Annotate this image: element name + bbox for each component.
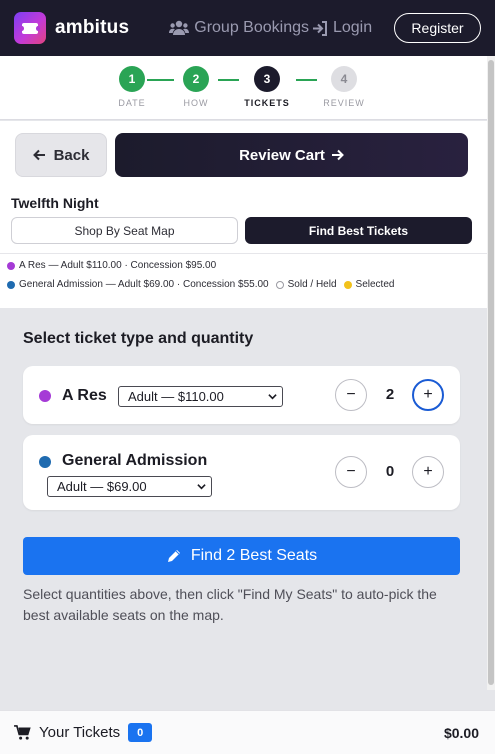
arrow-right-icon bbox=[331, 149, 344, 161]
a-res-dot bbox=[39, 390, 51, 402]
register-button[interactable]: Register bbox=[394, 13, 481, 43]
users-icon bbox=[169, 20, 190, 35]
select-value: Adult — $110.00 bbox=[128, 389, 224, 404]
login-label: Login bbox=[332, 19, 373, 36]
step-how[interactable]: 2 HOW bbox=[166, 66, 226, 108]
general-dot bbox=[39, 456, 51, 468]
booking-steps: 1 DATE 2 HOW 3 TICKETS 4 REVIEW bbox=[0, 56, 487, 120]
ticket-card-general-admission: General Admission Adult — $69.00 − 0 + bbox=[23, 435, 460, 510]
find-best-seats-label: Find 2 Best Seats bbox=[190, 547, 318, 564]
review-cart-label: Review Cart bbox=[239, 146, 325, 164]
tab-find-best[interactable]: Find Best Tickets bbox=[245, 217, 472, 244]
step-tickets[interactable]: 3 TICKETS bbox=[237, 66, 297, 108]
increase-quantity-button[interactable]: + bbox=[412, 379, 444, 411]
back-button[interactable]: Back bbox=[15, 133, 107, 177]
scrollbar-thumb[interactable] bbox=[488, 60, 494, 685]
group-bookings-link[interactable]: Group Bookings bbox=[169, 19, 309, 37]
legend-row-a-res: A Res — Adult $110.00 · Concession $95.0… bbox=[7, 260, 216, 271]
sold-held-dot bbox=[275, 280, 284, 289]
section-title: Select ticket type and quantity bbox=[23, 330, 254, 347]
review-cart-button[interactable]: Review Cart bbox=[115, 133, 468, 177]
helper-text: Select quantities above, then click "Fin… bbox=[23, 586, 437, 623]
chevron-down-icon bbox=[268, 394, 277, 400]
a-res-color-dot bbox=[7, 261, 15, 270]
login-icon bbox=[312, 20, 327, 36]
decrease-quantity-button[interactable]: − bbox=[335, 379, 367, 411]
quantity-value: 0 bbox=[385, 463, 395, 480]
ticket-count-badge: 0 bbox=[128, 723, 153, 742]
select-value: Adult — $69.00 bbox=[57, 479, 147, 494]
legend-row-general: General Admission — Adult $69.00 · Conce… bbox=[7, 279, 394, 290]
ticket-type-select[interactable]: Adult — $110.00 bbox=[118, 386, 283, 407]
step-label: DATE bbox=[118, 98, 146, 108]
group-bookings-label: Group Bookings bbox=[194, 19, 309, 36]
pencil-icon bbox=[167, 550, 180, 562]
general-color-dot bbox=[7, 280, 15, 289]
show-title: Twelfth Night bbox=[11, 195, 99, 211]
step-label: HOW bbox=[183, 98, 209, 108]
step-number: 2 bbox=[183, 66, 209, 92]
legend-a-res-text: A Res — Adult $110.00 · Concession $95.0… bbox=[19, 260, 217, 271]
decrease-quantity-button[interactable]: − bbox=[335, 456, 367, 488]
find-best-seats-button[interactable]: Find 2 Best Seats bbox=[23, 537, 460, 575]
quantity-value: 2 bbox=[385, 386, 395, 403]
step-date[interactable]: 1 DATE bbox=[102, 66, 162, 108]
legend-general-text: General Admission — Adult $69.00 · Conce… bbox=[19, 279, 269, 290]
top-navbar: ambitus Group Bookings Login Register bbox=[0, 0, 495, 56]
step-review[interactable]: 4 REVIEW bbox=[314, 66, 374, 108]
login-link[interactable]: Login bbox=[312, 19, 372, 37]
back-label: Back bbox=[53, 146, 90, 164]
increase-quantity-button[interactable]: + bbox=[412, 456, 444, 488]
step-label: REVIEW bbox=[323, 98, 365, 108]
ticket-name: A Res bbox=[62, 387, 107, 404]
divider bbox=[0, 253, 487, 254]
cart-total: $0.00 bbox=[443, 724, 479, 741]
ticket-type-select[interactable]: Adult — $69.00 bbox=[47, 476, 212, 497]
step-number: 4 bbox=[331, 66, 357, 92]
tab-seat-map[interactable]: Shop By Seat Map bbox=[11, 217, 238, 244]
arrow-left-icon bbox=[32, 149, 45, 161]
step-label: TICKETS bbox=[244, 98, 290, 108]
brand-name[interactable]: ambitus bbox=[55, 17, 129, 39]
selected-color-dot bbox=[343, 280, 352, 289]
legend-selected-text: Selected bbox=[355, 279, 395, 290]
ticket-name: General Admission bbox=[62, 452, 208, 469]
your-tickets-label: Your Tickets bbox=[39, 724, 121, 741]
cart-icon bbox=[14, 725, 31, 740]
step-number: 1 bbox=[119, 66, 145, 92]
ticket-card-a-res: A Res Adult — $110.00 − 2 + bbox=[23, 366, 460, 424]
chevron-down-icon bbox=[197, 484, 206, 490]
cart-footer[interactable]: Your Tickets 0 $0.00 bbox=[0, 710, 495, 754]
ticket-logo-icon[interactable] bbox=[14, 12, 46, 44]
legend-sold-text: Sold / Held bbox=[287, 279, 337, 290]
step-number: 3 bbox=[254, 66, 280, 92]
